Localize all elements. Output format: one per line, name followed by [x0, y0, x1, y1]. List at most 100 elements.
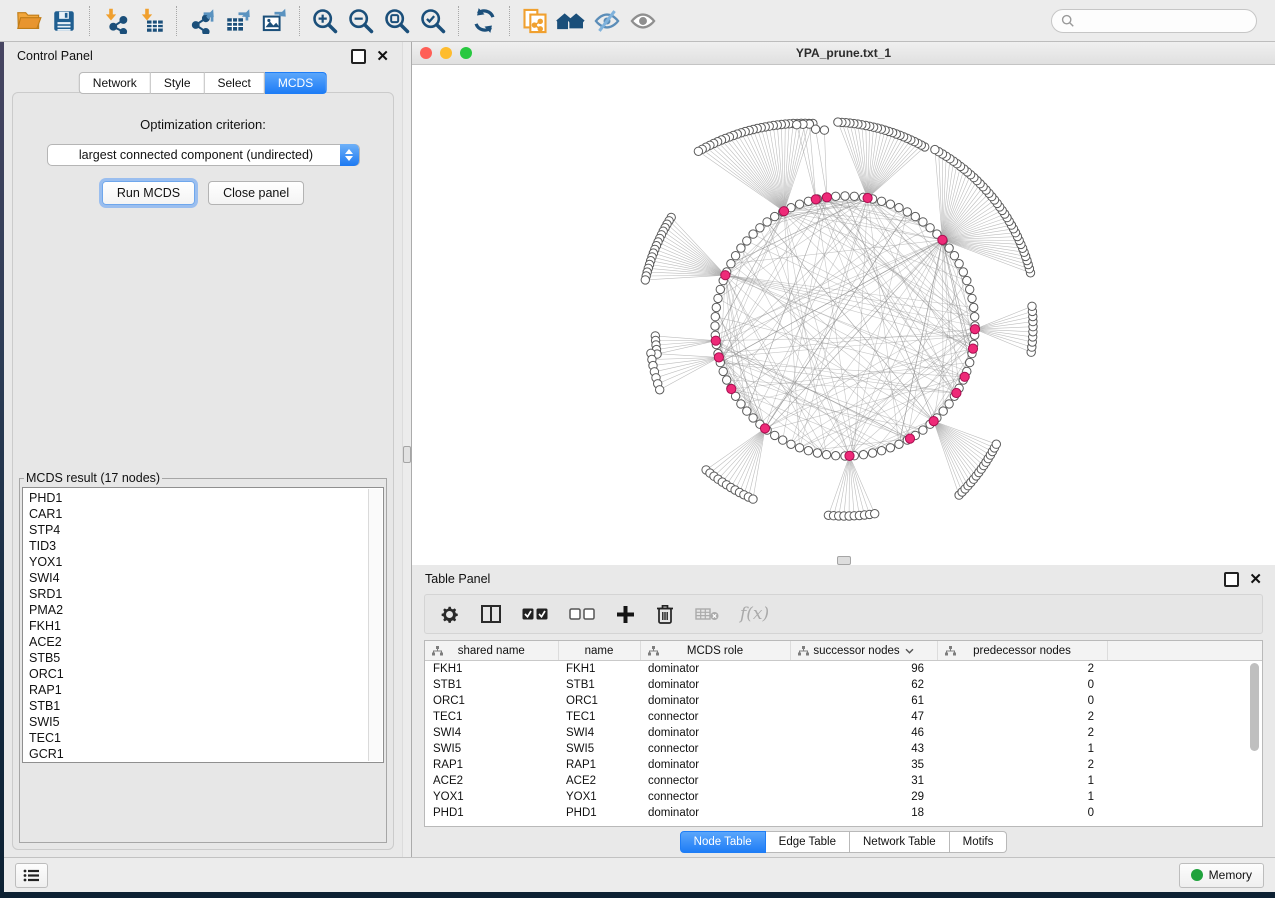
mcds-result-item[interactable]: STB1 [29, 698, 383, 714]
cell: 43 [790, 741, 937, 757]
tab-select[interactable]: Select [205, 72, 265, 94]
mcds-result-item[interactable]: ORC1 [29, 666, 383, 682]
criterion-select[interactable]: largest connected component (undirected) [47, 144, 360, 166]
cell-filler [1107, 677, 1262, 693]
table-settings-button[interactable] [439, 601, 460, 627]
window-minimize-icon[interactable] [440, 47, 452, 59]
select-all-rows-button[interactable] [522, 601, 548, 627]
table-row[interactable]: ORC1ORC1dominator610 [425, 693, 1262, 709]
unchecked-boxes-icon [569, 608, 595, 621]
table-row[interactable]: TEC1TEC1connector472 [425, 709, 1262, 725]
mcds-result-item[interactable]: SWI4 [29, 570, 383, 586]
column-header-filler [1107, 641, 1262, 661]
close-table-panel-icon[interactable]: ✕ [1249, 574, 1262, 585]
table-row[interactable]: SWI4SWI4dominator462 [425, 725, 1262, 741]
table-scrollbar[interactable] [1249, 663, 1260, 824]
mcds-result-item[interactable]: CAR1 [29, 506, 383, 522]
show-all-button[interactable] [625, 5, 661, 37]
horizontal-splitter-handle[interactable] [837, 556, 851, 565]
mcds-result-item[interactable]: SRD1 [29, 586, 383, 602]
vertical-splitter-handle[interactable] [403, 446, 411, 463]
tab-mcds[interactable]: MCDS [265, 72, 327, 94]
zoom-selected-button[interactable] [415, 5, 451, 37]
network-canvas[interactable] [412, 65, 1275, 565]
table-row[interactable]: STB1STB1dominator620 [425, 677, 1262, 693]
tab-motifs[interactable]: Motifs [950, 831, 1008, 853]
run-mcds-button[interactable]: Run MCDS [102, 181, 195, 205]
criterion-selected-value: largest connected component (undirected) [48, 148, 359, 162]
tab-style[interactable]: Style [151, 72, 205, 94]
mcds-result-item[interactable]: ACE2 [29, 634, 383, 650]
float-panel-icon[interactable] [351, 49, 366, 64]
mcds-result-item[interactable]: STP4 [29, 522, 383, 538]
add-column-button[interactable] [616, 601, 635, 627]
first-neighbors-button[interactable] [553, 5, 589, 37]
mcds-result-item[interactable]: RAP1 [29, 682, 383, 698]
search-field[interactable] [1051, 9, 1257, 33]
export-image-button[interactable] [256, 5, 292, 37]
float-table-panel-icon[interactable] [1224, 572, 1239, 587]
zoom-out-button[interactable] [343, 5, 379, 37]
apply-layout-button[interactable] [466, 5, 502, 37]
result-list-scrollbar[interactable] [368, 489, 382, 761]
memory-button[interactable]: Memory [1179, 863, 1264, 888]
open-folder-icon [15, 7, 42, 34]
table-scrollbar-thumb[interactable] [1250, 663, 1259, 751]
hide-selected-button[interactable] [589, 5, 625, 37]
delete-column-button[interactable] [656, 601, 674, 627]
column-header-predecessor-nodes[interactable]: predecessor nodes [937, 641, 1107, 661]
mcds-result-item[interactable]: STB5 [29, 650, 383, 666]
mcds-result-item[interactable]: GCR1 [29, 746, 383, 762]
cell: FKH1 [425, 661, 558, 678]
window-close-icon[interactable] [420, 47, 432, 59]
column-header-successor-nodes[interactable]: successor nodes [790, 641, 937, 661]
tab-network[interactable]: Network [79, 72, 151, 94]
column-header-MCDS-role[interactable]: MCDS role [640, 641, 790, 661]
tab-network-table[interactable]: Network Table [850, 831, 950, 853]
mcds-result-item[interactable]: PHD1 [29, 490, 383, 506]
close-panel-icon[interactable]: ✕ [376, 51, 389, 62]
close-panel-button[interactable]: Close panel [208, 181, 304, 205]
column-header-name[interactable]: name [558, 641, 640, 661]
mcds-result-item[interactable]: TID3 [29, 538, 383, 554]
save-session-button[interactable] [46, 5, 82, 37]
deselect-all-rows-button[interactable] [569, 601, 595, 627]
task-history-button[interactable] [15, 863, 48, 888]
tab-edge-table[interactable]: Edge Table [766, 831, 850, 853]
cell: RAP1 [425, 757, 558, 773]
cell: ACE2 [558, 773, 640, 789]
open-file-button[interactable] [10, 5, 46, 37]
table-row[interactable]: ACE2ACE2connector311 [425, 773, 1262, 789]
new-network-from-selection-button[interactable] [517, 5, 553, 37]
table-row[interactable]: FKH1FKH1dominator962 [425, 661, 1262, 678]
mcds-result-item[interactable]: PMA2 [29, 602, 383, 618]
export-network-button[interactable] [184, 5, 220, 37]
mcds-result-item[interactable]: SWI5 [29, 714, 383, 730]
import-table-button[interactable] [133, 5, 169, 37]
memory-label: Memory [1209, 868, 1252, 882]
cell: 47 [790, 709, 937, 725]
mcds-result-item[interactable]: FKH1 [29, 618, 383, 634]
column-type-icon [798, 646, 809, 656]
table-row[interactable]: RAP1RAP1dominator352 [425, 757, 1262, 773]
search-input[interactable] [1080, 13, 1247, 29]
vertical-splitter[interactable] [402, 42, 412, 857]
export-table-button[interactable] [220, 5, 256, 37]
import-network-button[interactable] [97, 5, 133, 37]
table-row[interactable]: YOX1YOX1connector291 [425, 789, 1262, 805]
table-row[interactable]: SWI5SWI5connector431 [425, 741, 1262, 757]
network-graph[interactable] [412, 65, 1275, 565]
delete-table-button [695, 601, 719, 627]
network-ring-nodes[interactable] [711, 192, 979, 460]
zoom-fit-button[interactable] [379, 5, 415, 37]
table-row[interactable]: PHD1PHD1dominator180 [425, 805, 1262, 821]
zoom-in-button[interactable] [307, 5, 343, 37]
window-maximize-icon[interactable] [460, 47, 472, 59]
column-layout-button[interactable] [481, 601, 501, 627]
memory-status-icon [1191, 869, 1203, 881]
tab-node-table[interactable]: Node Table [680, 831, 766, 853]
mcds-result-item[interactable]: YOX1 [29, 554, 383, 570]
mcds-result-item[interactable]: TEC1 [29, 730, 383, 746]
column-header-shared-name[interactable]: shared name [425, 641, 558, 661]
cell: 46 [790, 725, 937, 741]
